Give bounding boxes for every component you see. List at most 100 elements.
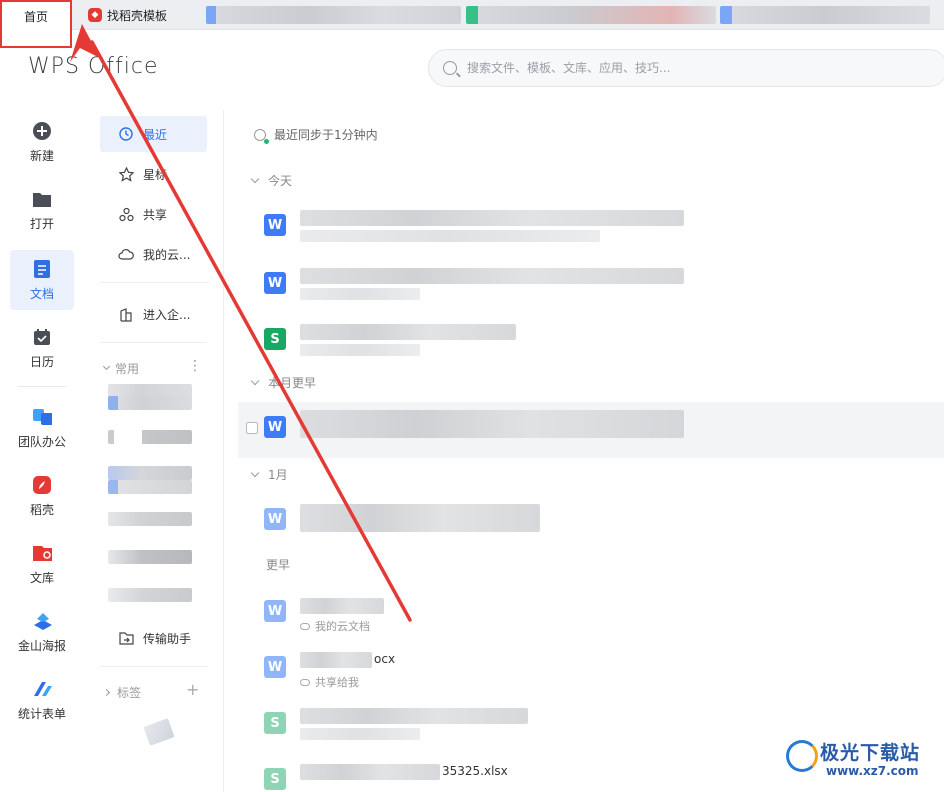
wps-window: 首页 ◆ 找稻壳模板 WPS Office 新建 打开 文档 日历 <box>0 0 944 792</box>
file-select-checkbox[interactable] <box>246 422 258 434</box>
tab-home-label: 首页 <box>23 9 48 24</box>
cloud-icon <box>300 622 310 630</box>
file-meta-redacted <box>300 230 600 242</box>
watermark-brand: 极光下载站 <box>820 742 921 764</box>
rail-item-library[interactable]: 文库 <box>10 534 74 594</box>
nav-item-recent[interactable]: 最近 <box>100 116 207 152</box>
word-file-icon: W <box>264 656 286 678</box>
file-name-redacted <box>300 324 516 340</box>
rail-item-label: 金山海报 <box>17 638 66 653</box>
chevron-down-icon <box>102 362 111 371</box>
rail-item-form[interactable]: 统计表单 <box>10 670 74 730</box>
nav-item-enterprise[interactable]: 进入企... <box>100 296 207 332</box>
file-location: 我的云文档 <box>300 618 370 634</box>
rail-item-open[interactable]: 打开 <box>10 180 74 240</box>
file-row[interactable]: W ocx 共享给我 <box>238 642 944 696</box>
common-item[interactable] <box>108 466 192 480</box>
sheet-file-icon: S <box>264 328 286 350</box>
file-row[interactable]: S <box>238 314 944 368</box>
file-row[interactable]: W <box>238 494 944 548</box>
file-meta-redacted <box>300 728 420 740</box>
docer-icon <box>32 475 52 495</box>
common-item[interactable] <box>108 550 192 564</box>
group-header-today[interactable]: 今天 <box>250 172 293 189</box>
common-section-header[interactable]: 常用 <box>102 360 140 377</box>
sync-status-text: 最近同步于1分钟内 <box>274 128 378 142</box>
file-name-redacted <box>300 764 440 780</box>
more-vertical-icon[interactable]: ⋮ <box>188 358 202 374</box>
rail-item-docer[interactable]: 稻壳 <box>10 466 74 526</box>
nav-item-label: 传输助手 <box>143 631 192 646</box>
common-item[interactable] <box>108 430 192 444</box>
nav-divider <box>100 342 207 343</box>
blurred-tab[interactable] <box>206 6 461 24</box>
file-name-redacted <box>300 598 384 614</box>
cloud-icon <box>300 678 310 686</box>
nav-item-label: 星标 <box>143 167 168 182</box>
file-row[interactable]: W <box>238 200 944 254</box>
empty-tags-illustration-icon <box>143 718 175 746</box>
word-file-icon: W <box>264 600 286 622</box>
search-box[interactable] <box>428 49 944 87</box>
common-section-label: 常用 <box>115 362 140 376</box>
word-file-icon: W <box>264 214 286 236</box>
sync-status: 最近同步于1分钟内 <box>254 126 378 144</box>
common-item[interactable] <box>108 396 192 410</box>
calendar-icon <box>32 327 52 347</box>
file-row[interactable]: W <box>238 402 944 458</box>
common-item[interactable] <box>108 588 192 602</box>
group-header-this-month[interactable]: 本月更早 <box>250 374 317 391</box>
group-header-january[interactable]: 1月 <box>250 466 288 483</box>
group-label: 更早 <box>266 558 291 572</box>
sheet-file-icon: S <box>264 768 286 790</box>
rail-item-calendar[interactable]: 日历 <box>10 318 74 378</box>
nav-item-my-cloud[interactable]: 我的云... <box>100 236 207 272</box>
star-icon <box>118 166 134 182</box>
tags-section-header[interactable]: 标签 <box>102 684 141 701</box>
word-file-icon: W <box>264 508 286 530</box>
watermark-url: www.xz7.com <box>826 764 919 778</box>
nav-item-starred[interactable]: 星标 <box>100 156 207 192</box>
file-row[interactable]: W 我的云文档 <box>238 586 944 640</box>
watermark: 极光下载站 www.xz7.com <box>786 736 936 784</box>
blurred-tab[interactable] <box>466 6 716 24</box>
rail-item-poster[interactable]: 金山海报 <box>10 602 74 662</box>
document-nav: 最近 星标 共享 我的云... 进入企... 常用 ⋮ 传输助手 标签 + <box>84 110 224 792</box>
watermark-logo-icon <box>786 740 818 772</box>
folder-icon <box>32 189 52 209</box>
add-tag-icon[interactable]: + <box>186 680 199 699</box>
share-icon <box>118 206 134 222</box>
cloud-icon <box>118 246 134 262</box>
file-name-redacted <box>300 708 528 724</box>
chevron-down-icon <box>250 376 260 385</box>
group-header-earlier[interactable]: 更早 <box>266 556 290 573</box>
rail-item-documents[interactable]: 文档 <box>10 250 74 310</box>
file-location-text: 共享给我 <box>315 676 359 689</box>
rail-item-new[interactable]: 新建 <box>10 112 74 172</box>
nav-divider <box>100 282 207 283</box>
nav-item-shared[interactable]: 共享 <box>100 196 207 232</box>
nav-item-transfer[interactable]: 传输助手 <box>100 620 207 656</box>
rail-item-label: 团队办公 <box>17 434 66 449</box>
common-item[interactable] <box>108 512 192 526</box>
group-label: 本月更早 <box>268 376 317 390</box>
rail-item-team[interactable]: 团队办公 <box>10 398 74 458</box>
blurred-tab[interactable] <box>720 6 930 24</box>
rail-item-label: 稻壳 <box>29 502 54 517</box>
nav-item-label: 我的云... <box>143 247 191 262</box>
common-item[interactable] <box>108 480 192 494</box>
tab-home[interactable]: 首页 <box>0 0 72 48</box>
plus-circle-icon <box>32 121 52 141</box>
file-location: 共享给我 <box>300 674 359 690</box>
poster-icon <box>32 611 52 631</box>
group-label: 今天 <box>268 174 293 188</box>
file-location-text: 我的云文档 <box>315 620 370 633</box>
building-icon <box>118 306 134 322</box>
tab-docer-templates[interactable]: ◆ 找稻壳模板 <box>84 0 204 30</box>
file-name-redacted <box>300 268 684 284</box>
file-name-tail: ocx <box>374 652 396 666</box>
rail-divider <box>18 386 66 387</box>
rail-item-label: 日历 <box>29 354 54 369</box>
search-input[interactable] <box>467 61 887 75</box>
file-row[interactable]: W <box>238 258 944 312</box>
